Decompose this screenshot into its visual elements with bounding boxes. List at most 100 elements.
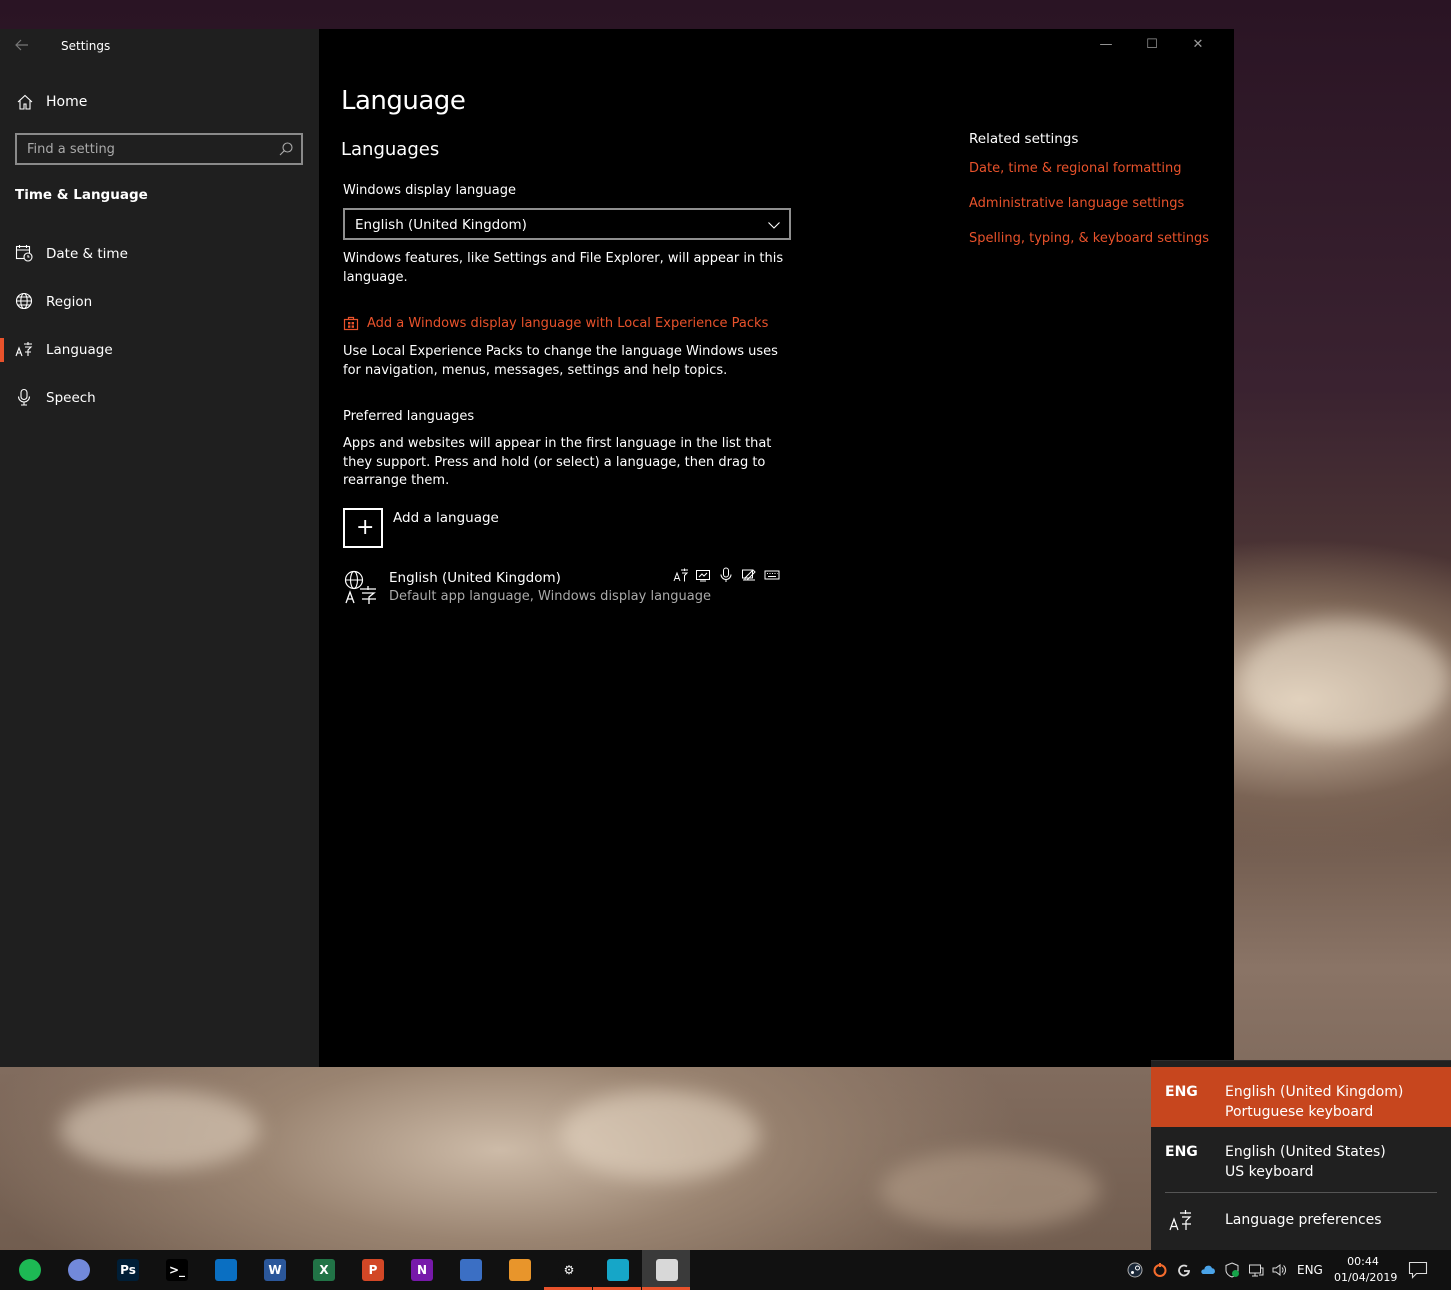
input-language-flyout: ENG English (United Kingdom) Portuguese … [1151, 1060, 1451, 1250]
speech-feature-icon [720, 567, 732, 582]
page-title: Language [341, 86, 466, 116]
keyboard-feature-icon [764, 570, 780, 580]
wallpaper-bokeh [880, 1150, 1100, 1230]
lxp-link[interactable]: Add a Windows display language with Loca… [367, 316, 768, 331]
language-list-item[interactable]: English (United Kingdom) Default app lan… [343, 567, 791, 609]
excel-icon: X [313, 1259, 335, 1281]
language-abbr: ENG [1165, 1084, 1198, 1100]
taskbar-app-paint[interactable] [495, 1250, 543, 1290]
taskbar-app-word[interactable]: W [250, 1250, 298, 1290]
lxp-description: Use Local Experience Packs to change the… [343, 344, 778, 378]
taskbar-app-excel[interactable]: X [299, 1250, 347, 1290]
taskbar-app-settings[interactable]: ⚙ [544, 1250, 592, 1290]
add-language-button[interactable]: + Add a language [343, 508, 743, 548]
taskbar: Ps >_ W X P N ⚙ ENG 00:44 01/04/2019 [0, 1250, 1451, 1290]
sidebar-item-region[interactable]: Region [0, 282, 319, 322]
taskbar-app-discord[interactable] [54, 1250, 102, 1290]
display-language-dropdown[interactable]: English (United Kingdom) [343, 208, 791, 240]
clock[interactable]: 00:44 01/04/2019 [1334, 1254, 1398, 1286]
language-preferences-link[interactable]: Language preferences [1151, 1201, 1451, 1241]
taskbar-app-snip-app[interactable] [642, 1250, 690, 1290]
taskbar-app-tower[interactable] [446, 1250, 494, 1290]
sidebar-item-label: Date & time [46, 246, 128, 262]
home-nav-item[interactable]: Home [0, 87, 319, 117]
home-icon [17, 94, 33, 110]
taskbar-app-photoshop[interactable]: Ps [103, 1250, 151, 1290]
home-label: Home [46, 94, 88, 110]
language-glyph-icon [344, 570, 376, 604]
taskbar-app-powerpoint[interactable]: P [348, 1250, 396, 1290]
language-features [673, 567, 793, 585]
taskbar-app-vscode[interactable] [201, 1250, 249, 1290]
section-title: Time & Language [15, 187, 148, 203]
action-center-icon[interactable] [1408, 1261, 1428, 1279]
language-name: English (United Kingdom) [389, 570, 561, 586]
search-input[interactable] [27, 139, 267, 159]
onedrive-icon[interactable] [1200, 1262, 1216, 1278]
clock-date: 01/04/2019 [1334, 1271, 1398, 1284]
vscode-icon [215, 1259, 237, 1281]
sidebar: Settings Home Time & Language Date & tim… [0, 29, 319, 1067]
display-language-description: Windows features, like Settings and File… [343, 251, 784, 285]
taskbar-app-terminal[interactable]: >_ [152, 1250, 200, 1290]
flyout-language-item[interactable]: ENG English (United Kingdom) Portuguese … [1151, 1067, 1451, 1127]
sidebar-item-label: Language [46, 342, 113, 358]
taskbar-app-onenote[interactable]: N [397, 1250, 445, 1290]
flyout-language-item[interactable]: ENG English (United States) US keyboard [1151, 1127, 1451, 1187]
language-icon [1169, 1210, 1192, 1231]
related-link-admin-language[interactable]: Administrative language settings [969, 196, 1229, 211]
input-language-indicator[interactable]: ENG [1297, 1263, 1323, 1277]
keyboard-name: Portuguese keyboard [1225, 1104, 1374, 1120]
related-link-spelling-typing[interactable]: Spelling, typing, & keyboard settings [969, 231, 1229, 246]
related-settings: Related settings Date, time & regional f… [969, 131, 1229, 266]
add-language-box: + [343, 508, 383, 548]
search-icon[interactable] [278, 141, 294, 157]
terminal-icon: >_ [166, 1259, 188, 1281]
search-box[interactable] [15, 133, 303, 165]
volume-icon[interactable] [1271, 1262, 1287, 1278]
defender-shield-icon[interactable] [1224, 1262, 1240, 1278]
network-icon[interactable] [1248, 1262, 1264, 1278]
display-language-label: Windows display language [343, 183, 516, 198]
language-abbr: ENG [1165, 1144, 1198, 1160]
taskbar-app-spotify[interactable] [5, 1250, 53, 1290]
store-icon [343, 316, 359, 331]
display-language-value: English (United Kingdom) [355, 217, 527, 233]
language-subtitle: Default app language, Windows display la… [389, 589, 712, 604]
main-content: Language Languages Windows display langu… [319, 29, 1234, 1067]
taskbar-app-screen-app[interactable] [593, 1250, 641, 1290]
preferred-languages-description: Apps and websites will appear in the fir… [343, 436, 772, 488]
word-icon: W [264, 1259, 286, 1281]
handwriting-feature-icon [696, 570, 710, 582]
sidebar-item-language[interactable]: Language [0, 330, 319, 370]
pen-feature-icon [742, 569, 756, 581]
settings-window: Settings Home Time & Language Date & tim… [0, 29, 1234, 1067]
related-link-regional-formatting[interactable]: Date, time & regional formatting [969, 161, 1229, 176]
photoshop-icon: Ps [117, 1259, 139, 1281]
wallpaper-bokeh [60, 1090, 260, 1170]
tower-icon [460, 1259, 482, 1281]
sidebar-item-speech[interactable]: Speech [0, 378, 319, 418]
settings-icon: ⚙ [558, 1259, 580, 1281]
origin-icon[interactable] [1152, 1262, 1168, 1278]
display-language-feature-icon [673, 568, 689, 582]
keyboard-name: US keyboard [1225, 1164, 1314, 1180]
globe-icon [15, 292, 33, 310]
sidebar-item-label: Speech [46, 390, 96, 406]
paint-icon [509, 1259, 531, 1281]
app-title: Settings [61, 39, 111, 53]
sidebar-item-date-time[interactable]: Date & time [0, 234, 319, 274]
chevron-down-icon [768, 222, 780, 229]
related-settings-heading: Related settings [969, 131, 1079, 147]
language-icon [15, 342, 33, 357]
steam-icon[interactable] [1127, 1262, 1143, 1278]
discord-icon [68, 1259, 90, 1281]
preferred-languages-label: Preferred languages [343, 409, 475, 424]
arrow-left-icon [15, 39, 28, 51]
back-button[interactable] [12, 35, 34, 55]
active-indicator [0, 338, 4, 362]
add-language-label: Add a language [393, 510, 499, 526]
wallpaper-bokeh [1240, 620, 1450, 740]
onenote-icon: N [411, 1259, 433, 1281]
logitech-icon[interactable] [1176, 1262, 1192, 1278]
